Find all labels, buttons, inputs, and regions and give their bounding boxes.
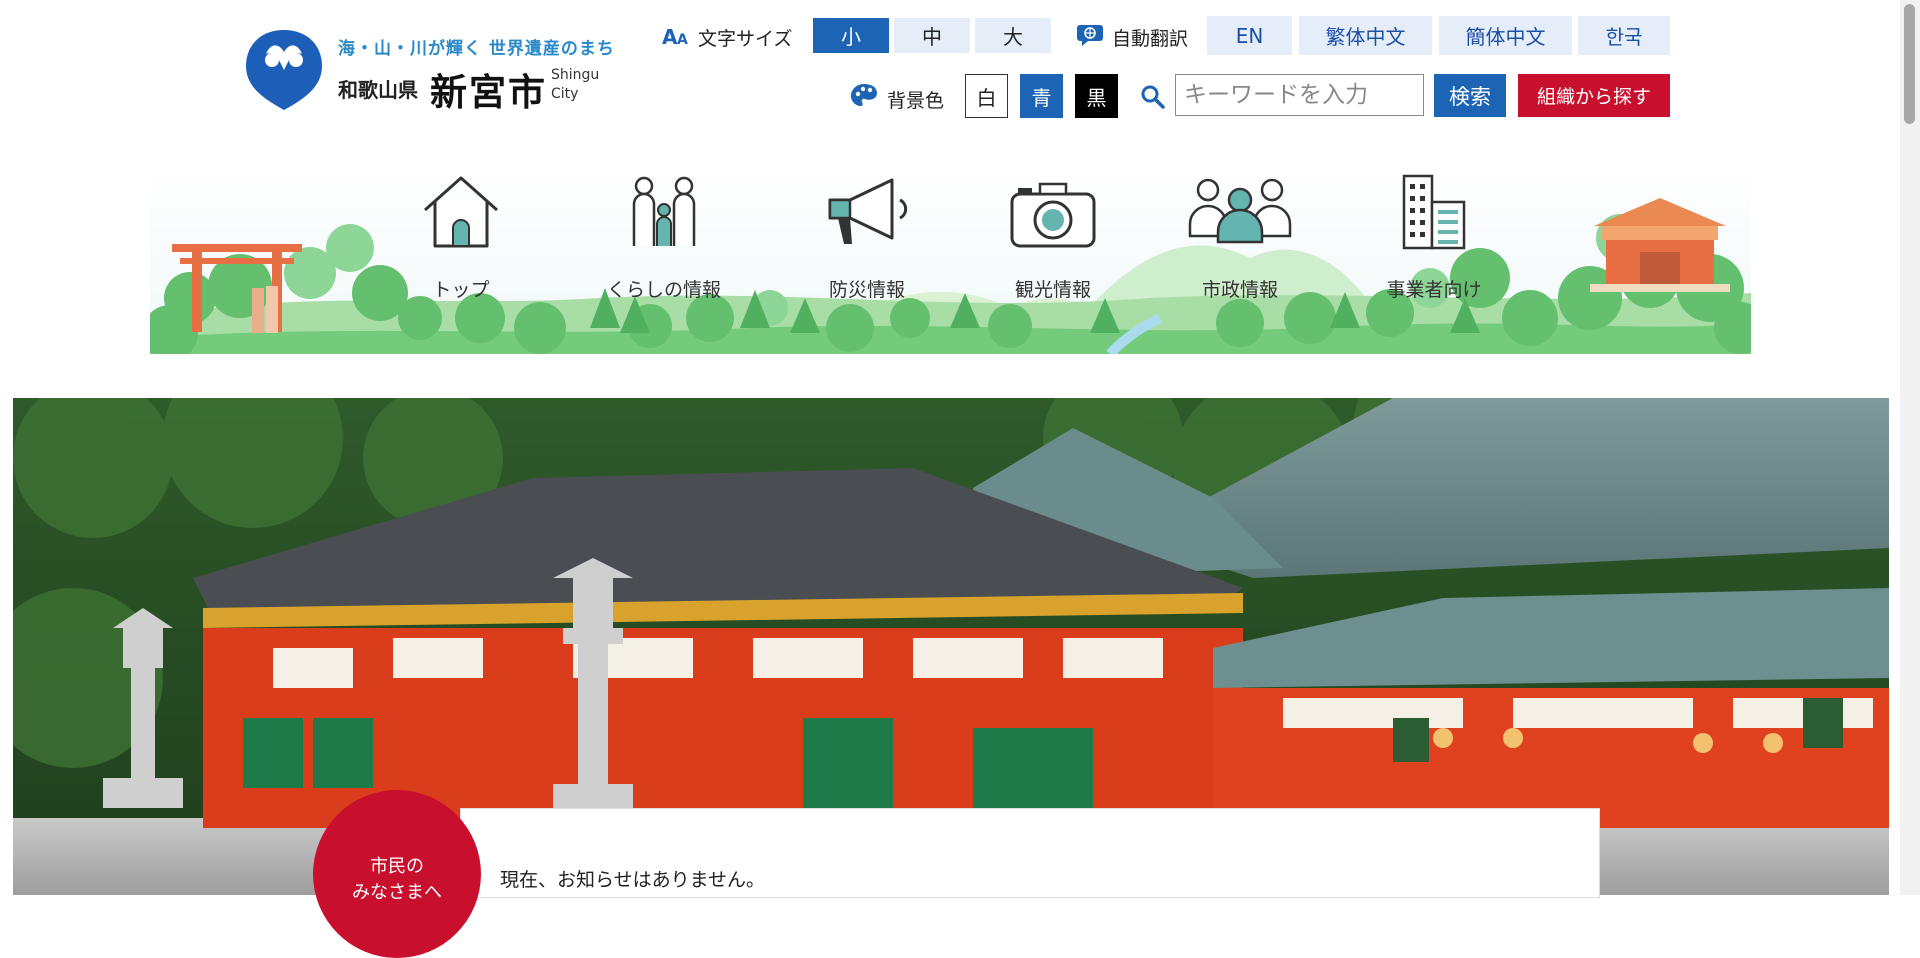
svg-text:A: A bbox=[677, 32, 688, 47]
search-icon bbox=[1141, 85, 1165, 109]
bg-color-label: 背景色 bbox=[887, 90, 945, 112]
bg-white-button[interactable]: 白 bbox=[965, 74, 1008, 118]
family-icon bbox=[632, 176, 696, 246]
bg-blue-button[interactable]: 青 bbox=[1020, 74, 1063, 118]
city-emblem-icon bbox=[246, 30, 322, 110]
nav-label-top: トップ bbox=[432, 279, 490, 301]
page-scrollbar[interactable] bbox=[1900, 0, 1920, 895]
search-by-organization-button[interactable]: 組織から探す bbox=[1518, 74, 1670, 117]
logo-city-en: Shingu bbox=[551, 67, 600, 83]
font-size-small-button[interactable]: 小 bbox=[813, 18, 889, 53]
font-size-label: 文字サイズ bbox=[698, 28, 793, 50]
nav-item-tourism[interactable]: 観光情報 bbox=[963, 168, 1143, 318]
font-size-icon: A A bbox=[662, 25, 688, 47]
logo-prefecture: 和歌山県 bbox=[338, 78, 418, 102]
citizens-notice-badge-line2: みなさまへ bbox=[352, 882, 442, 903]
logo-city-en-suffix: City bbox=[551, 86, 579, 102]
font-size-large-button[interactable]: 大 bbox=[975, 18, 1051, 53]
notice-text: 現在、お知らせはありません。 bbox=[500, 869, 766, 891]
search-input[interactable] bbox=[1175, 74, 1424, 116]
nav-label-tourism: 観光情報 bbox=[1014, 279, 1091, 301]
lang-en-button[interactable]: EN bbox=[1207, 16, 1292, 55]
nav-item-city-admin[interactable]: 市政情報 bbox=[1150, 168, 1330, 318]
megaphone-icon bbox=[828, 178, 908, 244]
search-button[interactable]: 検索 bbox=[1434, 74, 1506, 117]
logo-city-name: 新宮市 bbox=[430, 71, 547, 114]
house-icon bbox=[424, 176, 498, 248]
font-size-medium-button[interactable]: 中 bbox=[894, 18, 970, 53]
camera-icon bbox=[1010, 182, 1096, 248]
lang-zh-hans-button[interactable]: 簡体中文 bbox=[1439, 16, 1572, 55]
people-group-icon bbox=[1188, 178, 1292, 244]
nav-label-city-admin: 市政情報 bbox=[1201, 279, 1278, 301]
nav-label-living: くらしの情報 bbox=[606, 279, 721, 301]
nav-item-business[interactable]: 事業者向け bbox=[1344, 168, 1524, 318]
svg-text:A: A bbox=[662, 25, 678, 47]
buildings-icon bbox=[1402, 174, 1466, 250]
nav-item-disaster[interactable]: 防災情報 bbox=[777, 168, 957, 318]
nav-item-living[interactable]: くらしの情報 bbox=[574, 168, 754, 318]
auto-translate-label: 自動翻訳 bbox=[1112, 28, 1189, 50]
citizens-notice-badge-line1: 市民の bbox=[370, 856, 424, 877]
nav-item-top[interactable]: トップ bbox=[371, 168, 551, 318]
lang-zh-hant-button[interactable]: 繁体中文 bbox=[1299, 16, 1432, 55]
lang-ko-button[interactable]: 한국 bbox=[1578, 16, 1670, 55]
nav-label-business: 事業者向け bbox=[1386, 279, 1482, 301]
scrollbar-thumb[interactable] bbox=[1904, 4, 1915, 124]
translate-icon bbox=[1077, 25, 1103, 46]
bg-black-button[interactable]: 黒 bbox=[1075, 74, 1118, 118]
nav-label-disaster: 防災情報 bbox=[828, 279, 905, 301]
logo-tagline: 海・山・川が輝く 世界遺産のまち bbox=[338, 39, 615, 59]
palette-icon bbox=[851, 84, 877, 106]
